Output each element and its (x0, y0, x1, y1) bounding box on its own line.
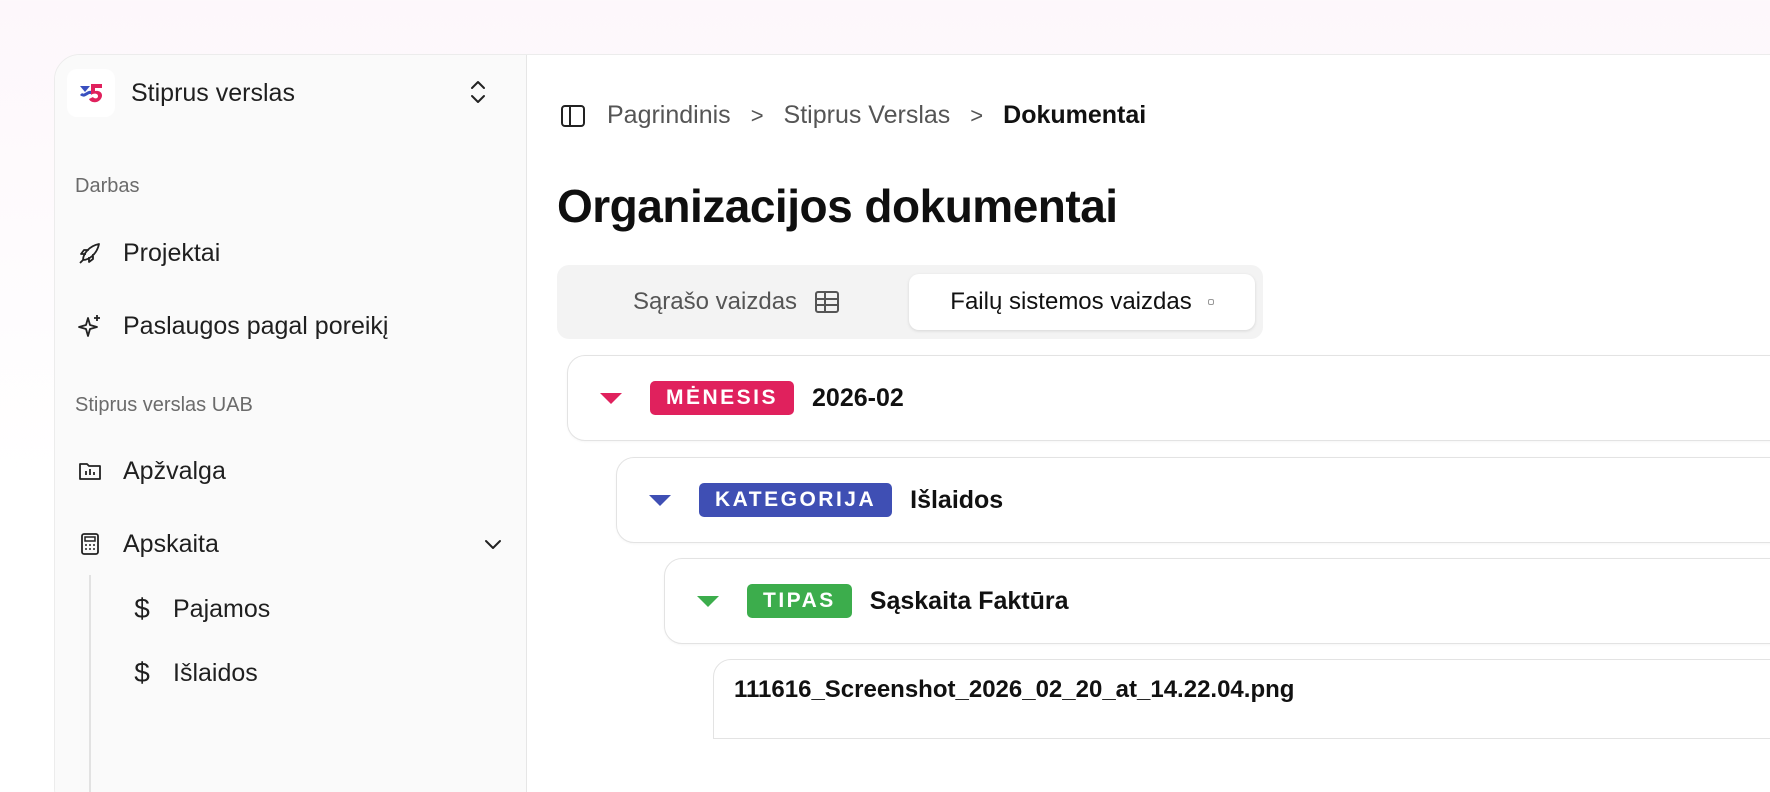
sidebar-item-services[interactable]: Paslaugos pagal poreikį (75, 306, 388, 346)
breadcrumb-link-home[interactable]: Pagrindinis (607, 101, 731, 130)
sidebar-subitem-income[interactable]: $ Pajamos (129, 589, 270, 629)
org-logo (67, 69, 115, 117)
sparkles-icon (75, 311, 105, 341)
sidebar-item-label: Paslaugos pagal poreikį (123, 311, 389, 340)
chevron-right-icon: > (750, 102, 764, 128)
sidebar: Stiprus verslas Darbas Projektai Paslaug… (55, 55, 527, 792)
file-item[interactable]: 111616_Screenshot_2026_02_20_at_14.22.04… (713, 659, 1770, 739)
breadcrumb-current: Dokumentai (1003, 101, 1147, 129)
folder-chart-icon (75, 456, 105, 486)
breadcrumb-link-org[interactable]: Stiprus Verslas (784, 101, 951, 130)
sidebar-item-projects[interactable]: Projektai (75, 233, 220, 273)
list-view-label: Sąrašo vaizdas (632, 288, 798, 315)
dollar-icon: $ (134, 593, 150, 624)
sidebar-item-label: Projektai (123, 238, 221, 267)
category-tag: KATEGORIJA (699, 483, 893, 517)
section-label-company: Stiprus verslas UAB (75, 394, 253, 416)
file-name: 111616_Screenshot_2026_02_20_at_14.22.04… (734, 676, 1295, 703)
section-label-work: Darbas (75, 175, 140, 197)
dollar-icon: $ (134, 657, 150, 688)
org-switcher[interactable]: Stiprus verslas (67, 65, 507, 121)
sidebar-toggle-icon[interactable] (559, 102, 587, 130)
breadcrumb: Pagrindinis > Stiprus Verslas > Dokument… (559, 101, 1146, 130)
caret-down-icon[interactable] (697, 595, 719, 607)
app-window: Stiprus verslas Darbas Projektai Paslaug… (54, 54, 1770, 792)
month-value: 2026-02 (812, 383, 904, 412)
tree-node-type[interactable]: TIPAS Sąskaita Faktūra (664, 558, 1770, 644)
chevron-up-down-icon[interactable] (467, 77, 489, 107)
chevron-right-icon: > (970, 102, 984, 128)
list-view-tab[interactable]: Sąrašo vaizdas (565, 274, 909, 330)
table-grid-icon (815, 291, 840, 313)
category-value: Išlaidos (910, 485, 1004, 514)
type-value: Sąskaita Faktūra (869, 586, 1069, 615)
view-toggle: Sąrašo vaizdas Failų sistemos vaizdas (557, 265, 1263, 339)
sidebar-item-accounting[interactable]: Apskaita (75, 524, 505, 564)
type-tag: TIPAS (747, 584, 852, 618)
sidebar-subitem-label: Pajamos (173, 594, 271, 623)
sidebar-item-overview[interactable]: Apžvalga (75, 451, 226, 491)
sidebar-item-label: Apžvalga (123, 456, 226, 485)
calculator-icon (75, 529, 105, 559)
submenu-guide-line (89, 575, 91, 792)
tree-node-month[interactable]: MĖNESIS 2026-02 (567, 355, 1770, 441)
caret-down-icon[interactable] (600, 392, 622, 404)
caret-down-icon[interactable] (649, 494, 671, 506)
chevron-down-icon[interactable] (481, 532, 505, 556)
page-title: Organizacijos dokumentai (557, 180, 1118, 232)
folder-tree-icon (1207, 299, 1214, 305)
rocket-icon (75, 238, 105, 268)
sidebar-item-label: Apskaita (123, 529, 219, 558)
main-content: Pagrindinis > Stiprus Verslas > Dokument… (527, 55, 1770, 792)
org-name: Stiprus verslas (131, 78, 295, 107)
filesystem-view-label: Failų sistemos vaizdas (950, 288, 1192, 315)
sidebar-subitem-label: Išlaidos (173, 658, 258, 687)
filesystem-view-tab[interactable]: Failų sistemos vaizdas (909, 274, 1255, 330)
sidebar-subitem-expenses[interactable]: $ Išlaidos (129, 653, 258, 693)
tree-node-category[interactable]: KATEGORIJA Išlaidos (616, 457, 1770, 543)
month-tag: MĖNESIS (650, 381, 795, 415)
